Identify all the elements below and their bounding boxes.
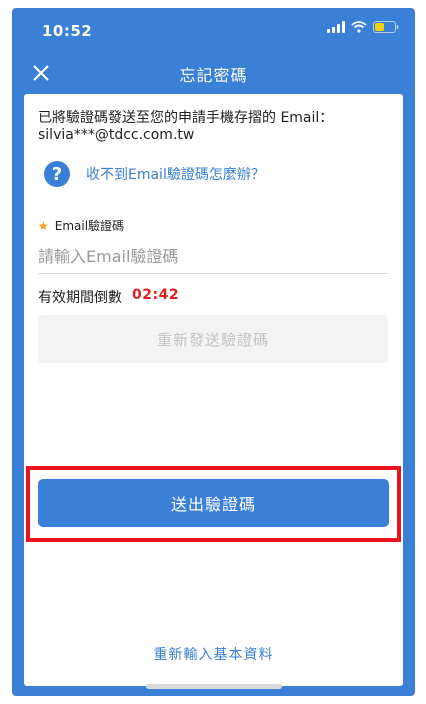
home-indicator bbox=[146, 684, 282, 689]
sent-description: 已將驗證碼發送至您的申請手機存摺的 Email：silvia***@tdcc.c… bbox=[38, 110, 334, 143]
status-bar: 10:52 bbox=[12, 8, 415, 52]
help-link[interactable]: ? 收不到Email驗證碼怎麼辦？ bbox=[44, 160, 265, 188]
countdown-row: 有效期間倒數 02:42 bbox=[38, 287, 179, 307]
signal-icon bbox=[327, 21, 345, 33]
status-icons bbox=[327, 21, 399, 33]
email-code-input[interactable] bbox=[38, 239, 388, 274]
help-link-text: 收不到Email驗證碼怎麼辦？ bbox=[86, 167, 265, 183]
nav-bar: 忘記密碼 bbox=[12, 52, 415, 94]
countdown-value: 02:42 bbox=[132, 287, 180, 303]
battery-icon bbox=[373, 21, 399, 33]
form-card: 已將驗證碼發送至您的申請手機存摺的 Email：silvia***@tdcc.c… bbox=[24, 94, 403, 686]
question-circle-icon: ? bbox=[44, 161, 70, 187]
status-time: 10:52 bbox=[42, 22, 93, 40]
code-field-label: ★ Email驗證碼 bbox=[38, 217, 124, 234]
resend-code-button[interactable]: 重新發送驗證碼 bbox=[38, 315, 388, 363]
code-field-label-text: Email驗證碼 bbox=[54, 219, 125, 233]
submit-code-button[interactable]: 送出驗證碼 bbox=[38, 479, 389, 527]
phone-screen: 10:52 忘記密碼 已將驗證碼發送至您的申請手機存摺的 Email：silvi… bbox=[12, 8, 415, 696]
wifi-icon bbox=[351, 21, 367, 33]
page-title: 忘記密碼 bbox=[179, 66, 248, 85]
countdown-label: 有效期間倒數 bbox=[38, 290, 122, 306]
required-star-icon: ★ bbox=[38, 218, 49, 233]
reenter-basic-info-link[interactable]: 重新輸入基本資料 bbox=[24, 644, 403, 664]
